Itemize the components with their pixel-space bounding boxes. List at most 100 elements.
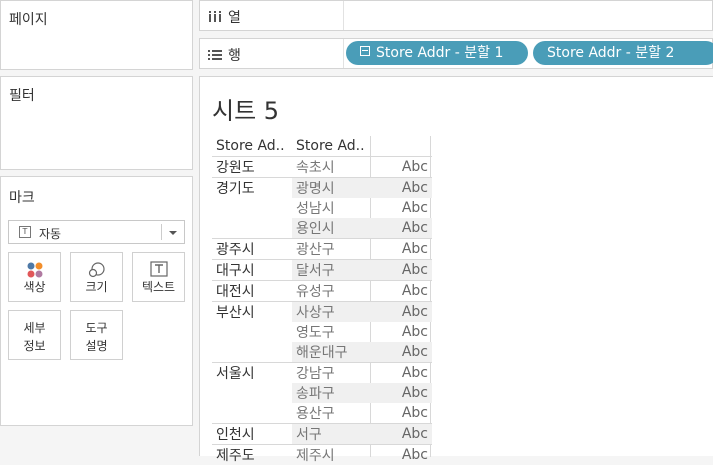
color-label: 색상: [9, 278, 60, 295]
color-icon: [26, 261, 44, 279]
table-row[interactable]: 용인시Abc: [212, 218, 432, 239]
table-row[interactable]: 부산시사상구Abc: [212, 302, 432, 323]
row-header-split-2[interactable]: 해운대구: [292, 342, 372, 363]
text-button[interactable]: 텍스트: [132, 252, 185, 302]
rows-shelf-label: 행: [208, 45, 241, 65]
abc-cell[interactable]: Abc: [372, 342, 432, 363]
abc-cell[interactable]: Abc: [372, 322, 432, 342]
row-pill-split-1[interactable]: Store Addr - 분할 1: [346, 41, 528, 65]
abc-cell[interactable]: Abc: [372, 157, 432, 178]
row-header-split-1[interactable]: 인천시: [212, 424, 292, 445]
table-row[interactable]: 광주시광산구Abc: [212, 239, 432, 260]
table-row[interactable]: 강원도속초시Abc: [212, 157, 432, 178]
table-row[interactable]: 인천시서구Abc: [212, 424, 432, 445]
table-row[interactable]: 서울시강남구Abc: [212, 363, 432, 384]
row-header-split-2[interactable]: 서구: [292, 424, 372, 445]
table-row[interactable]: 영도구Abc: [212, 322, 432, 342]
row-header-split-1[interactable]: [212, 322, 292, 342]
row-header-split-1[interactable]: [212, 342, 292, 363]
rows-icon: [208, 49, 222, 61]
row-header-split-1[interactable]: 대구시: [212, 260, 292, 281]
worksheet-canvas[interactable]: 시트 5 Store Ad.. Store Ad.. 강원도속초시Abc경기도광…: [199, 76, 713, 456]
row-header-split-1[interactable]: 강원도: [212, 157, 292, 178]
table-row[interactable]: 제주도제주시Abc: [212, 445, 432, 465]
row-header-split-1[interactable]: 경기도: [212, 178, 292, 199]
row-header-split-2[interactable]: 광산구: [292, 239, 372, 260]
row-pill-label: Store Addr - 분할 2: [547, 45, 674, 61]
abc-cell[interactable]: Abc: [372, 445, 432, 465]
size-button[interactable]: 크기: [70, 252, 123, 302]
table-row[interactable]: 용산구Abc: [212, 403, 432, 424]
row-header-split-1[interactable]: 광주시: [212, 239, 292, 260]
row-header-split-2[interactable]: 유성구: [292, 281, 372, 302]
detail-label-line1: 세부: [9, 319, 60, 337]
color-button[interactable]: 색상: [8, 252, 61, 302]
row-header-split-1[interactable]: 제주도: [212, 445, 292, 465]
abc-cell[interactable]: Abc: [372, 198, 432, 218]
row-header-split-2[interactable]: 영도구: [292, 322, 372, 342]
detail-button[interactable]: 세부 정보: [8, 310, 61, 360]
pages-panel[interactable]: 페이지: [0, 0, 193, 70]
abc-cell[interactable]: Abc: [372, 178, 432, 199]
columns-shelf[interactable]: 열: [199, 0, 713, 31]
abc-cell[interactable]: Abc: [372, 363, 432, 384]
abc-cell[interactable]: Abc: [372, 424, 432, 445]
detail-label-line2: 정보: [9, 337, 60, 355]
row-header-split-1[interactable]: 부산시: [212, 302, 292, 323]
abc-cell[interactable]: Abc: [372, 302, 432, 323]
tooltip-label: 도구 설명: [71, 319, 122, 355]
row-header-split-2[interactable]: 용산구: [292, 403, 372, 424]
text-mark-icon: T: [19, 226, 31, 238]
abc-cell[interactable]: Abc: [372, 403, 432, 424]
column-header-split-2[interactable]: Store Ad..: [292, 136, 372, 157]
abc-cell[interactable]: Abc: [372, 383, 432, 403]
row-header-split-1[interactable]: [212, 383, 292, 403]
row-header-split-2[interactable]: 제주시: [292, 445, 372, 465]
abc-cell[interactable]: Abc: [372, 239, 432, 260]
row-header-split-2[interactable]: 속초시: [292, 157, 372, 178]
table-row[interactable]: 대구시달서구Abc: [212, 260, 432, 281]
row-header-split-2[interactable]: 송파구: [292, 383, 372, 403]
table-row[interactable]: 경기도광명시Abc: [212, 178, 432, 199]
table-row[interactable]: 성남시Abc: [212, 198, 432, 218]
row-header-split-2[interactable]: 성남시: [292, 198, 372, 218]
mark-type-dropdown[interactable]: T 자동: [8, 220, 185, 244]
marks-panel: 마크 T 자동 색상 크기 텍스트 세부 정보: [0, 176, 193, 426]
collapse-icon[interactable]: [360, 46, 370, 56]
abc-cell[interactable]: Abc: [372, 281, 432, 302]
row-header-split-1[interactable]: 서울시: [212, 363, 292, 384]
row-header-split-1[interactable]: [212, 403, 292, 424]
mark-type-value: 자동: [39, 225, 61, 242]
columns-shelf-label: 열: [208, 7, 241, 27]
table-row[interactable]: 해운대구Abc: [212, 342, 432, 363]
tooltip-button[interactable]: 도구 설명: [70, 310, 123, 360]
row-header-split-2[interactable]: 사상구: [292, 302, 372, 323]
row-header-split-2[interactable]: 강남구: [292, 363, 372, 384]
abc-cell[interactable]: Abc: [372, 260, 432, 281]
table-row[interactable]: 송파구Abc: [212, 383, 432, 403]
row-header-split-2[interactable]: 달서구: [292, 260, 372, 281]
tooltip-label-line1: 도구: [71, 319, 122, 337]
rows-label-text: 행: [228, 48, 241, 64]
columns-icon: [208, 11, 222, 23]
rows-shelf[interactable]: 행 Store Addr - 분할 1 Store Addr - 분할 2: [199, 38, 713, 69]
row-header-split-2[interactable]: 광명시: [292, 178, 372, 199]
chevron-down-icon[interactable]: [169, 231, 177, 235]
column-header-empty: [372, 136, 432, 157]
detail-label: 세부 정보: [9, 319, 60, 355]
row-header-split-1[interactable]: [212, 218, 292, 239]
row-pill-split-2[interactable]: Store Addr - 분할 2: [533, 41, 713, 65]
text-label: 텍스트: [133, 278, 184, 295]
abc-cell[interactable]: Abc: [372, 218, 432, 239]
row-header-split-1[interactable]: [212, 198, 292, 218]
tooltip-label-line2: 설명: [71, 337, 122, 355]
size-icon: [87, 261, 107, 279]
size-label: 크기: [71, 278, 122, 295]
row-header-split-1[interactable]: 대전시: [212, 281, 292, 302]
column-header-split-1[interactable]: Store Ad..: [212, 136, 292, 157]
row-header-split-2[interactable]: 용인시: [292, 218, 372, 239]
shelf-divider: [343, 39, 344, 68]
crosstab-table: Store Ad.. Store Ad.. 강원도속초시Abc경기도광명시Abc…: [212, 136, 432, 465]
filters-panel[interactable]: 필터: [0, 76, 193, 170]
table-row[interactable]: 대전시유성구Abc: [212, 281, 432, 302]
